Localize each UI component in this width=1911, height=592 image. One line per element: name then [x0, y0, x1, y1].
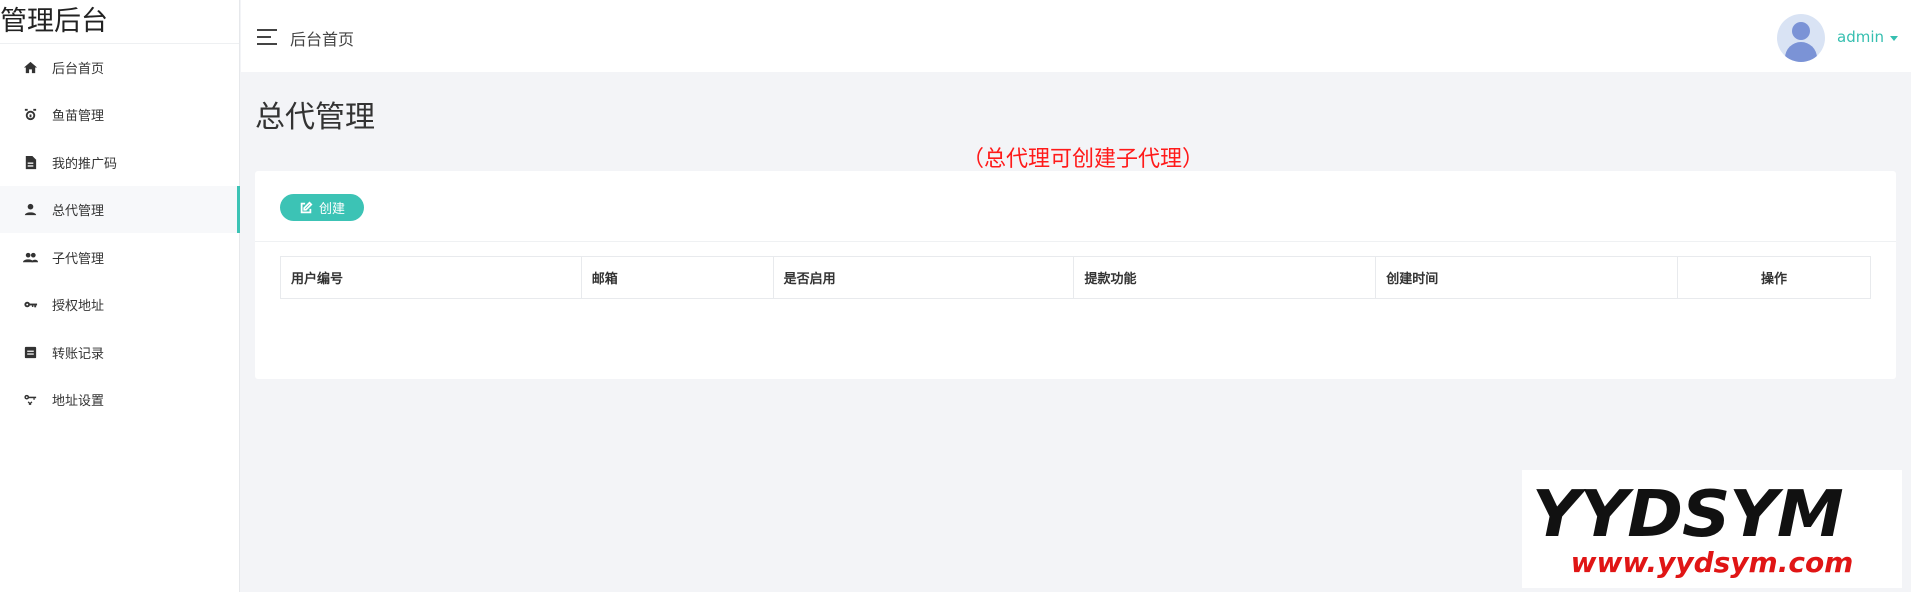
create-button-label: 创建	[318, 202, 345, 217]
column-header-created-at[interactable]: 创建时间	[1375, 256, 1679, 299]
menu-toggle-icon[interactable]	[257, 29, 277, 45]
user-icon	[22, 202, 38, 218]
sidebar-item-sub-agent[interactable]: 子代管理	[0, 234, 240, 281]
breadcrumb[interactable]: 后台首页	[290, 26, 354, 50]
divider	[255, 241, 1896, 242]
create-button[interactable]: 创建	[280, 194, 364, 221]
agent-table: 用户编号 邮箱 是否启用 提款功能 创建时间 操作	[280, 256, 1871, 299]
sidebar-item-address-settings[interactable]: 地址设置	[0, 376, 240, 423]
column-header-actions: 操作	[1677, 256, 1871, 299]
sidebar-item-label: 转账记录	[52, 347, 105, 362]
document-icon	[22, 155, 38, 171]
sidebar-item-transfer-records[interactable]: 转账记录	[0, 329, 240, 376]
notice-text: （总代理可创建子代理）	[962, 147, 1205, 172]
sidebar-item-general-agent[interactable]: 总代管理	[0, 186, 240, 233]
column-header-email[interactable]: 邮箱	[580, 256, 774, 299]
sidebar-item-label: 我的推广码	[52, 157, 118, 172]
users-icon	[22, 250, 38, 266]
logo-text: YYDSYM	[1532, 478, 1844, 552]
column-header-enabled[interactable]: 是否启用	[772, 256, 1075, 299]
page-title: 总代管理	[255, 100, 375, 135]
avatar[interactable]	[1777, 14, 1825, 62]
chevron-down-icon[interactable]	[1890, 36, 1898, 41]
brand-title: 管理后台	[0, 0, 239, 44]
column-header-user-id[interactable]: 用户编号	[280, 256, 582, 299]
sidebar-item-label: 后台首页	[52, 62, 105, 77]
content-panel: 创建 用户编号 邮箱 是否启用 提款功能 创建时间 操作	[255, 171, 1896, 379]
sidebar-item-auth-address[interactable]: 授权地址	[0, 281, 240, 328]
sidebar-item-promo-code[interactable]: 我的推广码	[0, 139, 240, 186]
user-menu[interactable]: admin	[1837, 28, 1884, 46]
logo-url: www.yydsym.com	[1570, 546, 1854, 579]
sidebar: 管理后台 后台首页 鱼苗管理 我的推广码 总代管理 子代管理 授权地址 转账记录…	[0, 0, 240, 592]
watermark-logo: YYDSYM www.yydsym.com	[1522, 470, 1902, 588]
sidebar-item-label: 鱼苗管理	[52, 109, 105, 124]
home-icon	[22, 60, 38, 76]
sidebar-item-label: 地址设置	[52, 394, 105, 409]
key-settings-icon	[22, 392, 38, 408]
sidebar-item-dashboard[interactable]: 后台首页	[0, 44, 240, 91]
column-header-withdraw[interactable]: 提款功能	[1073, 256, 1377, 299]
key-icon	[22, 297, 38, 313]
gauge-icon	[22, 107, 38, 123]
list-icon	[22, 345, 38, 361]
top-bar: 后台首页 admin	[241, 0, 1911, 72]
edit-icon	[300, 201, 313, 213]
table-header-row: 用户编号 邮箱 是否启用 提款功能 创建时间 操作	[280, 256, 1871, 299]
sidebar-item-label: 总代管理	[52, 204, 105, 219]
sidebar-item-label: 子代管理	[52, 252, 105, 267]
sidebar-item-label: 授权地址	[52, 299, 105, 314]
sidebar-item-fish[interactable]: 鱼苗管理	[0, 91, 240, 138]
